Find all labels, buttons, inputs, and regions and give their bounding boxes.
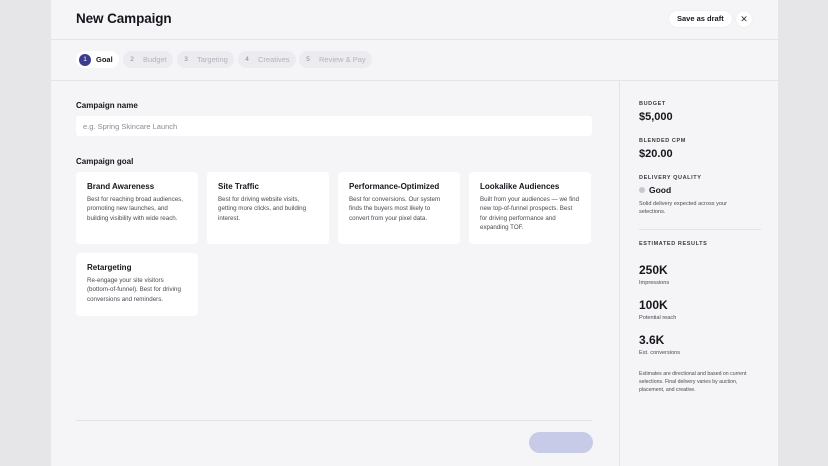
step-number: 3 [184, 55, 188, 63]
campaign-form: Campaign name Campaign goal Brand Awaren… [51, 81, 619, 466]
cpm-value: $20.00 [639, 148, 673, 160]
modal-header: New Campaign Save as draft ✕ [51, 0, 778, 40]
step-label: Goal [96, 55, 113, 64]
continue-button[interactable]: Continue [529, 432, 593, 453]
goal-card-site-traffic[interactable]: Site Traffic Best for driving website vi… [207, 172, 329, 244]
goal-card-description: Best for reaching broad audiences, promo… [87, 196, 183, 222]
step-review-pay[interactable]: 5 Review & Pay [299, 51, 372, 68]
goal-card-description: Re-engage your site visitors (bottom-of-… [87, 277, 181, 303]
campaign-name-input[interactable] [76, 116, 592, 136]
step-targeting[interactable]: 3 Targeting [177, 51, 234, 68]
delivery-quality: Good [639, 185, 671, 195]
goal-card-title: Lookalike Audiences [480, 182, 560, 191]
status-dot-icon [639, 187, 645, 193]
close-button[interactable]: ✕ [736, 11, 752, 27]
impressions-label: Impressions [639, 280, 670, 286]
goal-card-title: Performance-Optimized [349, 182, 440, 191]
goal-card-performance-optimized[interactable]: Performance-Optimized Best for conversio… [338, 172, 460, 244]
step-goal[interactable]: 1 Goal [76, 51, 119, 68]
step-number: 5 [306, 55, 310, 63]
step-creatives[interactable]: 4 Creatives [238, 51, 296, 68]
step-number: 2 [130, 55, 134, 63]
goal-card-brand-awareness[interactable]: Brand Awareness Best for reaching broad … [76, 172, 198, 244]
conversions-label: Est. conversions [639, 350, 681, 356]
step-label: Targeting [197, 55, 228, 64]
goal-card-description: Built from your audiences — we find new … [480, 196, 580, 232]
new-campaign-modal: New Campaign Save as draft ✕ 1 Goal 2 Bu… [51, 0, 778, 466]
budget-value: $5,000 [639, 111, 673, 123]
save-draft-button[interactable]: Save as draft [669, 11, 732, 27]
goal-card-lookalike-audiences[interactable]: Lookalike Audiences Built from your audi… [469, 172, 591, 244]
step-label: Review & Pay [319, 55, 366, 64]
step-label: Budget [143, 55, 167, 64]
page-title: New Campaign [76, 11, 172, 26]
reach-value: 100K [639, 298, 668, 312]
step-number: 1 [79, 53, 91, 66]
step-number: 4 [245, 55, 249, 63]
impressions-value: 250K [639, 263, 668, 277]
summary-panel: BUDGET $5,000 BLENDED CPM $20.00 DELIVER… [619, 81, 778, 466]
estimates-disclaimer: Estimates are directional and based on c… [639, 371, 747, 393]
goal-card-title: Retargeting [87, 263, 132, 272]
budget-label: BUDGET [639, 101, 666, 107]
summary-divider [639, 229, 761, 230]
campaign-name-label: Campaign name [76, 101, 138, 110]
estimated-results-label: ESTIMATED RESULTS [639, 241, 708, 247]
close-icon: ✕ [740, 14, 748, 24]
campaign-goal-label: Campaign goal [76, 157, 134, 166]
delivery-quality-label: DELIVERY QUALITY [639, 175, 702, 181]
step-label: Creatives [258, 55, 290, 64]
goal-card-title: Brand Awareness [87, 182, 155, 191]
delivery-quality-value: Good [649, 185, 672, 195]
footer-divider [76, 420, 592, 421]
goal-card-description: Best for conversions. Our system finds t… [349, 196, 441, 222]
goal-card-title: Site Traffic [218, 182, 259, 191]
delivery-quality-note: Solid delivery expected across your sele… [639, 201, 727, 215]
stepper: 1 Goal 2 Budget 3 Targeting 4 Creatives … [51, 40, 778, 81]
reach-label: Potential reach [639, 315, 677, 321]
cpm-label: BLENDED CPM [639, 138, 686, 144]
goal-card-description: Best for driving website visits, getting… [218, 196, 307, 222]
goal-card-retargeting[interactable]: Retargeting Re-engage your site visitors… [76, 253, 198, 316]
conversions-value: 3.6K [639, 333, 665, 347]
step-budget[interactable]: 2 Budget [123, 51, 173, 68]
